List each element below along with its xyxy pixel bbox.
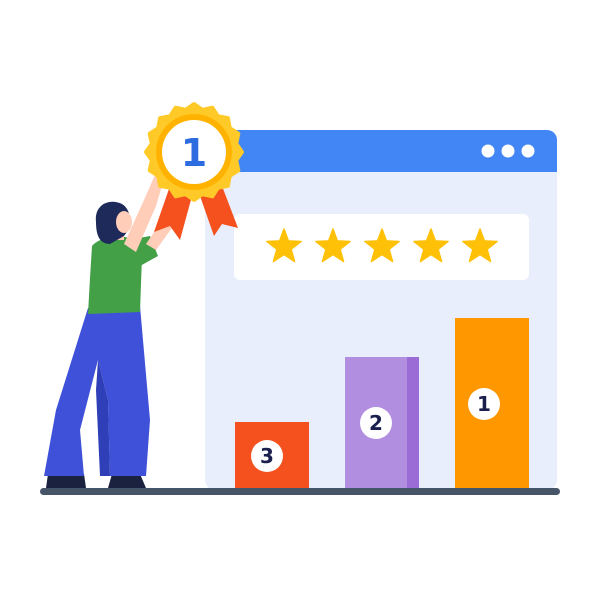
medal-rank: 1 [181,131,207,175]
window-dot-2 [501,144,515,158]
rating-panel [234,214,529,280]
rank-label-2: 2 [369,411,383,435]
rank-label-1: 1 [477,392,491,416]
rank-label-3: 3 [260,444,274,468]
floor-line [40,488,560,495]
medal: 1 [144,102,244,240]
face [116,211,132,233]
achievement-illustration: 3 2 1 1 [0,0,600,600]
right-shoe [108,474,146,488]
illustration-canvas: 3 2 1 1 [40,102,560,495]
podium-bar-2-side [407,357,419,490]
left-shoe [46,474,86,488]
window-dot-1 [481,144,495,158]
window-dot-3 [521,144,535,158]
